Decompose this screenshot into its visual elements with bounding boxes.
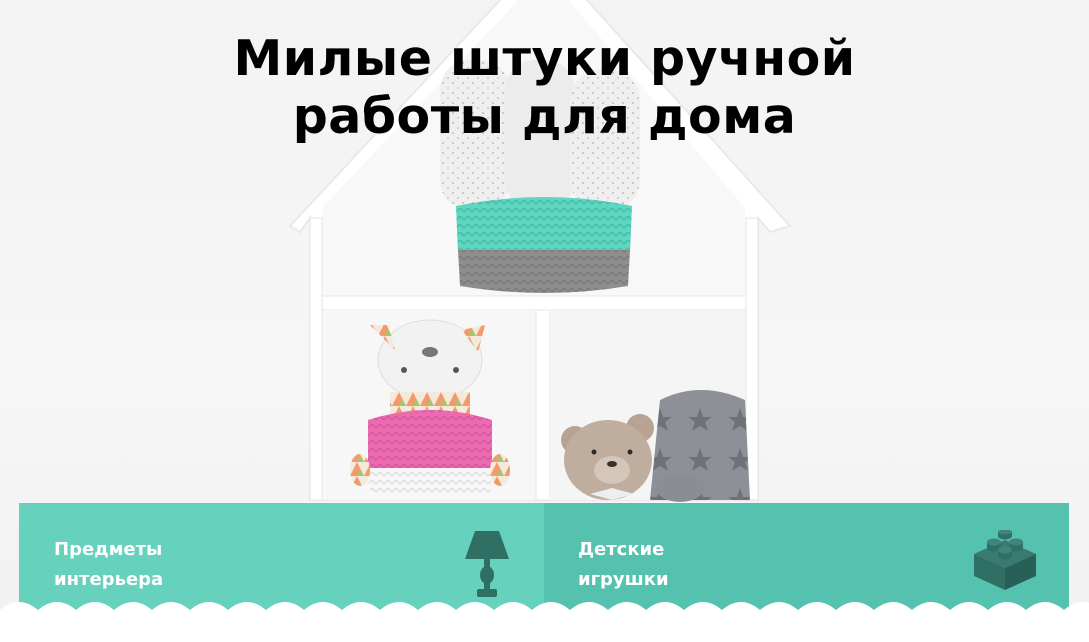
page-title: Милые штуки ручной работы для дома: [0, 30, 1089, 146]
toy-blocks-icon: [974, 530, 1036, 590]
category-label: Детские игрушки: [578, 535, 669, 595]
category-label-line-2: игрушки: [578, 569, 669, 590]
category-label-line-1: Детские: [578, 539, 665, 560]
category-label-line-2: интерьера: [54, 569, 164, 590]
hero-banner: Милые штуки ручной работы для дома Предм…: [0, 0, 1089, 642]
category-label: Предметы интерьера: [54, 535, 163, 595]
headline-line-1: Милые штуки ручной: [233, 30, 856, 87]
category-label-line-1: Предметы: [54, 539, 163, 560]
lamp-icon: [465, 531, 509, 597]
headline-line-2: работы для дома: [292, 88, 797, 145]
wave-divider: [0, 602, 1089, 642]
